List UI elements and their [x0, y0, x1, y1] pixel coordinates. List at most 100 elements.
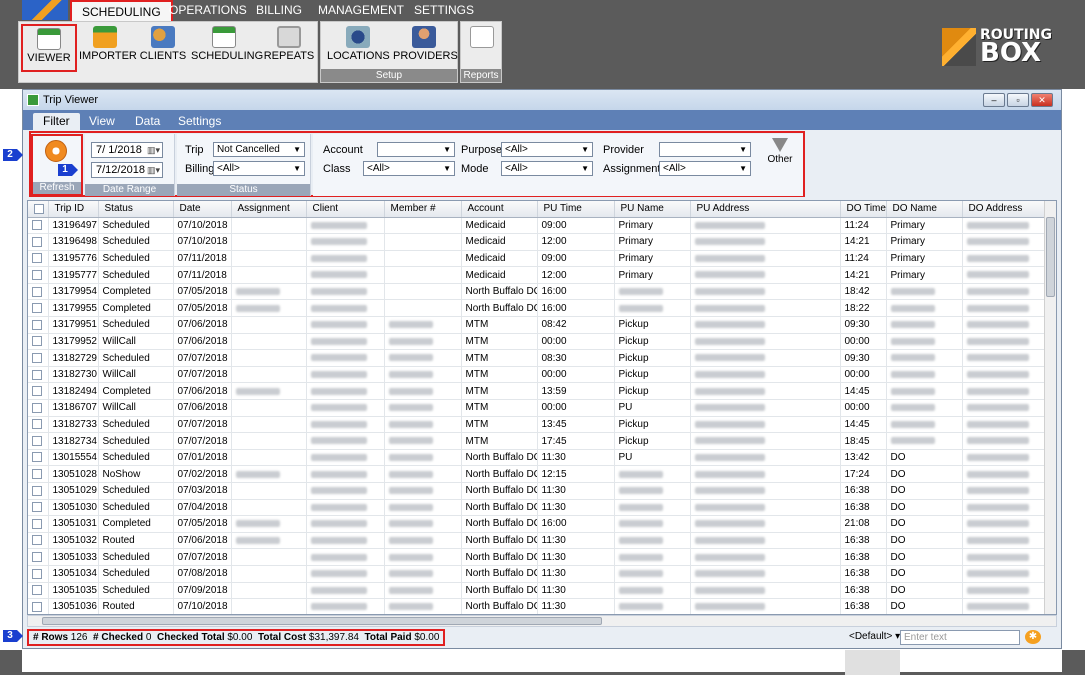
scheduling-button[interactable]: SCHEDULING [191, 24, 263, 68]
providers-button[interactable]: PROVIDERS [393, 24, 458, 68]
maximize-button[interactable]: ▫ [1007, 93, 1029, 107]
row-checkbox-cell[interactable] [28, 299, 49, 318]
column-header[interactable]: PU Time [537, 201, 615, 218]
billing-select[interactable]: <All> ▼ [213, 161, 305, 176]
table-row[interactable]: 13051033 Scheduled 07/07/2018 North Buffalo… [28, 548, 1049, 566]
table-row[interactable]: 13051036 Routed 07/10/2018 North Buffalo DC… [28, 598, 1049, 614]
table-row[interactable]: 13182734 Scheduled 07/07/2018 MTM 17:45 Picku… [28, 432, 1049, 450]
table-row[interactable]: 13015554 Scheduled 07/01/2018 North Buffalo… [28, 449, 1049, 467]
checkbox[interactable] [32, 435, 42, 446]
row-checkbox-cell[interactable] [28, 316, 49, 334]
minimize-button[interactable]: – [983, 93, 1005, 107]
checkbox[interactable] [32, 303, 42, 314]
table-row[interactable]: 13186707 WillCall 07/06/2018 MTM 00:00 PU 00:0… [28, 399, 1049, 417]
date-from-picker[interactable]: 7/ 1/2018 ▥▾ [91, 142, 163, 158]
checkbox[interactable] [32, 386, 42, 397]
table-row[interactable]: 13179954 Completed 07/05/2018 North Buffalo… [28, 283, 1049, 301]
refresh-button[interactable] [45, 140, 67, 162]
app-logo[interactable] [22, 0, 68, 20]
tab-settings[interactable]: Settings [168, 113, 231, 130]
row-checkbox-cell[interactable] [28, 416, 49, 434]
checkbox[interactable] [32, 369, 42, 380]
assignment-select[interactable]: <All> ▼ [659, 161, 751, 176]
menu-billing[interactable]: BILLING [246, 0, 312, 21]
search-input[interactable]: Enter text [900, 630, 1020, 645]
column-header[interactable]: PU Address [690, 201, 841, 218]
checkbox[interactable] [32, 485, 42, 496]
checkbox[interactable] [32, 452, 42, 463]
checkbox[interactable] [32, 269, 42, 280]
checkbox[interactable] [32, 535, 42, 546]
column-header[interactable]: PU Name [614, 201, 691, 218]
other-filter-button[interactable]: Other [763, 138, 797, 184]
row-checkbox-cell[interactable] [28, 598, 49, 614]
row-checkbox-cell[interactable] [28, 532, 49, 550]
menu-management[interactable]: MANAGEMENT [308, 0, 414, 21]
table-row[interactable]: 13195777 Scheduled 07/11/2018 Medicaid 12:00… [28, 266, 1049, 284]
checkbox[interactable] [32, 469, 42, 480]
repeats-button[interactable]: REPEATS [263, 24, 315, 68]
menu-operations[interactable]: OPERATIONS [159, 0, 257, 21]
table-row[interactable]: 13196498 Scheduled 07/10/2018 Medicaid 12:00… [28, 233, 1049, 251]
table-row[interactable]: 13051032 Routed 07/06/2018 North Buffalo DC… [28, 532, 1049, 550]
row-checkbox-cell[interactable] [28, 233, 49, 251]
row-checkbox-cell[interactable] [28, 482, 49, 500]
table-row[interactable]: 13182733 Scheduled 07/07/2018 MTM 13:45 Picku… [28, 416, 1049, 434]
column-header[interactable]: DO Time [840, 201, 887, 218]
checkbox[interactable] [32, 585, 42, 596]
viewer-button[interactable]: VIEWER [21, 24, 77, 72]
mode-select[interactable]: <All> ▼ [501, 161, 593, 176]
checkbox[interactable] [32, 568, 42, 579]
table-row[interactable]: 13179955 Completed 07/05/2018 North Buffalo… [28, 299, 1049, 318]
table-row[interactable]: 13051035 Scheduled 07/09/2018 North Buffalo… [28, 582, 1049, 600]
tab-filter[interactable]: Filter [33, 113, 80, 130]
table-row[interactable]: 13051031 Completed 07/05/2018 North Buffalo… [28, 515, 1049, 533]
table-row[interactable]: 13182730 WillCall 07/07/2018 MTM 00:00 Pickup… [28, 366, 1049, 384]
tab-view[interactable]: View [79, 113, 125, 130]
horizontal-scrollbar[interactable] [27, 615, 1057, 627]
table-row[interactable]: 13051030 Scheduled 07/04/2018 North Buffalo… [28, 499, 1049, 517]
vertical-scroll-thumb[interactable] [1046, 217, 1055, 297]
row-checkbox-cell[interactable] [28, 399, 49, 417]
table-row[interactable]: 13182729 Scheduled 07/07/2018 MTM 08:30 Picku… [28, 349, 1049, 367]
row-checkbox-cell[interactable] [28, 499, 49, 517]
column-header[interactable]: Date [173, 201, 232, 218]
row-checkbox-cell[interactable] [28, 333, 49, 351]
column-header[interactable]: DO Name [886, 201, 963, 218]
layout-select[interactable]: <Default> ▾ [849, 631, 900, 642]
row-checkbox-cell[interactable] [28, 382, 49, 401]
column-header[interactable]: Assignment [231, 201, 307, 218]
table-row[interactable]: 13051028 NoShow 07/02/2018 North Buffalo DC… [28, 465, 1049, 483]
purpose-select[interactable]: <All> ▼ [501, 142, 593, 157]
checkbox[interactable] [32, 286, 42, 297]
row-checkbox-cell[interactable] [28, 548, 49, 566]
row-checkbox-cell[interactable] [28, 582, 49, 600]
row-checkbox-cell[interactable] [28, 250, 49, 268]
reports-button[interactable] [465, 24, 499, 68]
table-row[interactable]: 13195776 Scheduled 07/11/2018 Medicaid 09:00… [28, 250, 1049, 268]
table-row[interactable]: 13179952 WillCall 07/06/2018 MTM 00:00 Pickup… [28, 333, 1049, 351]
row-checkbox-cell[interactable] [28, 283, 49, 301]
column-header[interactable]: Client [306, 201, 385, 218]
table-row[interactable]: 13182494 Completed 07/06/2018 MTM 13:59 Picku… [28, 382, 1049, 401]
row-checkbox-cell[interactable] [28, 515, 49, 533]
row-checkbox-cell[interactable] [28, 217, 49, 235]
table-row[interactable]: 13051034 Scheduled 07/08/2018 North Buffalo… [28, 565, 1049, 583]
checkbox[interactable] [32, 253, 42, 264]
locations-button[interactable]: LOCATIONS [327, 24, 390, 68]
menu-scheduling[interactable]: SCHEDULING [70, 0, 173, 21]
checkbox[interactable] [32, 352, 42, 363]
checkbox[interactable] [32, 220, 42, 231]
column-header[interactable]: DO Address [962, 201, 1049, 218]
clients-button[interactable]: CLIENTS [139, 24, 187, 68]
checkbox[interactable] [32, 518, 42, 529]
row-checkbox-cell[interactable] [28, 266, 49, 284]
row-checkbox-cell[interactable] [28, 432, 49, 450]
options-gear-icon[interactable]: ✱ [1025, 630, 1041, 644]
checkbox[interactable] [32, 402, 42, 413]
importer-button[interactable]: IMPORTER [79, 24, 137, 68]
column-header[interactable]: Trip ID [48, 201, 99, 218]
row-checkbox-cell[interactable] [28, 465, 49, 483]
trip-status-select[interactable]: Not Cancelled ▼ [213, 142, 305, 157]
tab-data[interactable]: Data [125, 113, 170, 130]
